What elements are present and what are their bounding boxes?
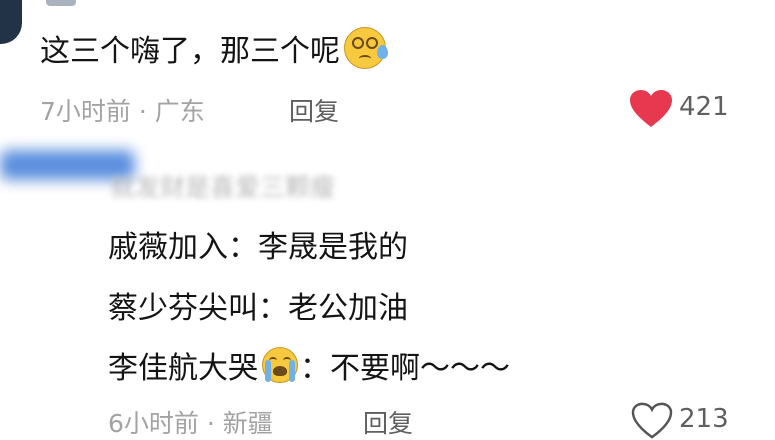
comment-line: 戚薇加入：李晟是我的	[108, 230, 408, 265]
comment-meta: 6小时前 · 新疆	[108, 404, 273, 440]
reply-button[interactable]: 回复	[289, 92, 339, 128]
heart-filled-icon[interactable]	[629, 89, 673, 129]
dizzy-face-emoji-icon	[344, 27, 388, 69]
avatar[interactable]	[0, 0, 22, 44]
reply-context-blurred: 就发财是喜爱三颗瘦	[110, 173, 336, 202]
comment-meta: 7小时前 · 广东	[40, 92, 205, 128]
comment-line-part: 李佳航大哭	[108, 351, 258, 386]
comment-line: 李佳航大哭 ：不要啊～～～	[108, 343, 510, 387]
comment-line-part: ：不要啊～～～	[300, 351, 510, 386]
comment-text: 这三个嗨了，那三个呢	[40, 26, 388, 70]
reply-button[interactable]: 回复	[363, 404, 413, 440]
comment-text-content: 这三个嗨了，那三个呢	[40, 34, 340, 69]
like-count: 421	[679, 92, 729, 122]
comment-time: 7小时前	[40, 97, 131, 126]
meta-separator: ·	[138, 97, 147, 126]
comment-location: 广东	[154, 97, 205, 126]
comment-line: 蔡少芬尖叫：老公加油	[108, 291, 408, 326]
meta-separator: ·	[206, 409, 215, 438]
crying-face-emoji-icon	[262, 347, 298, 383]
heart-outline-icon[interactable]	[631, 402, 673, 440]
username-blurred[interactable]	[46, 0, 76, 6]
comment-location: 新疆	[222, 409, 273, 438]
comment-time: 6小时前	[108, 409, 199, 438]
